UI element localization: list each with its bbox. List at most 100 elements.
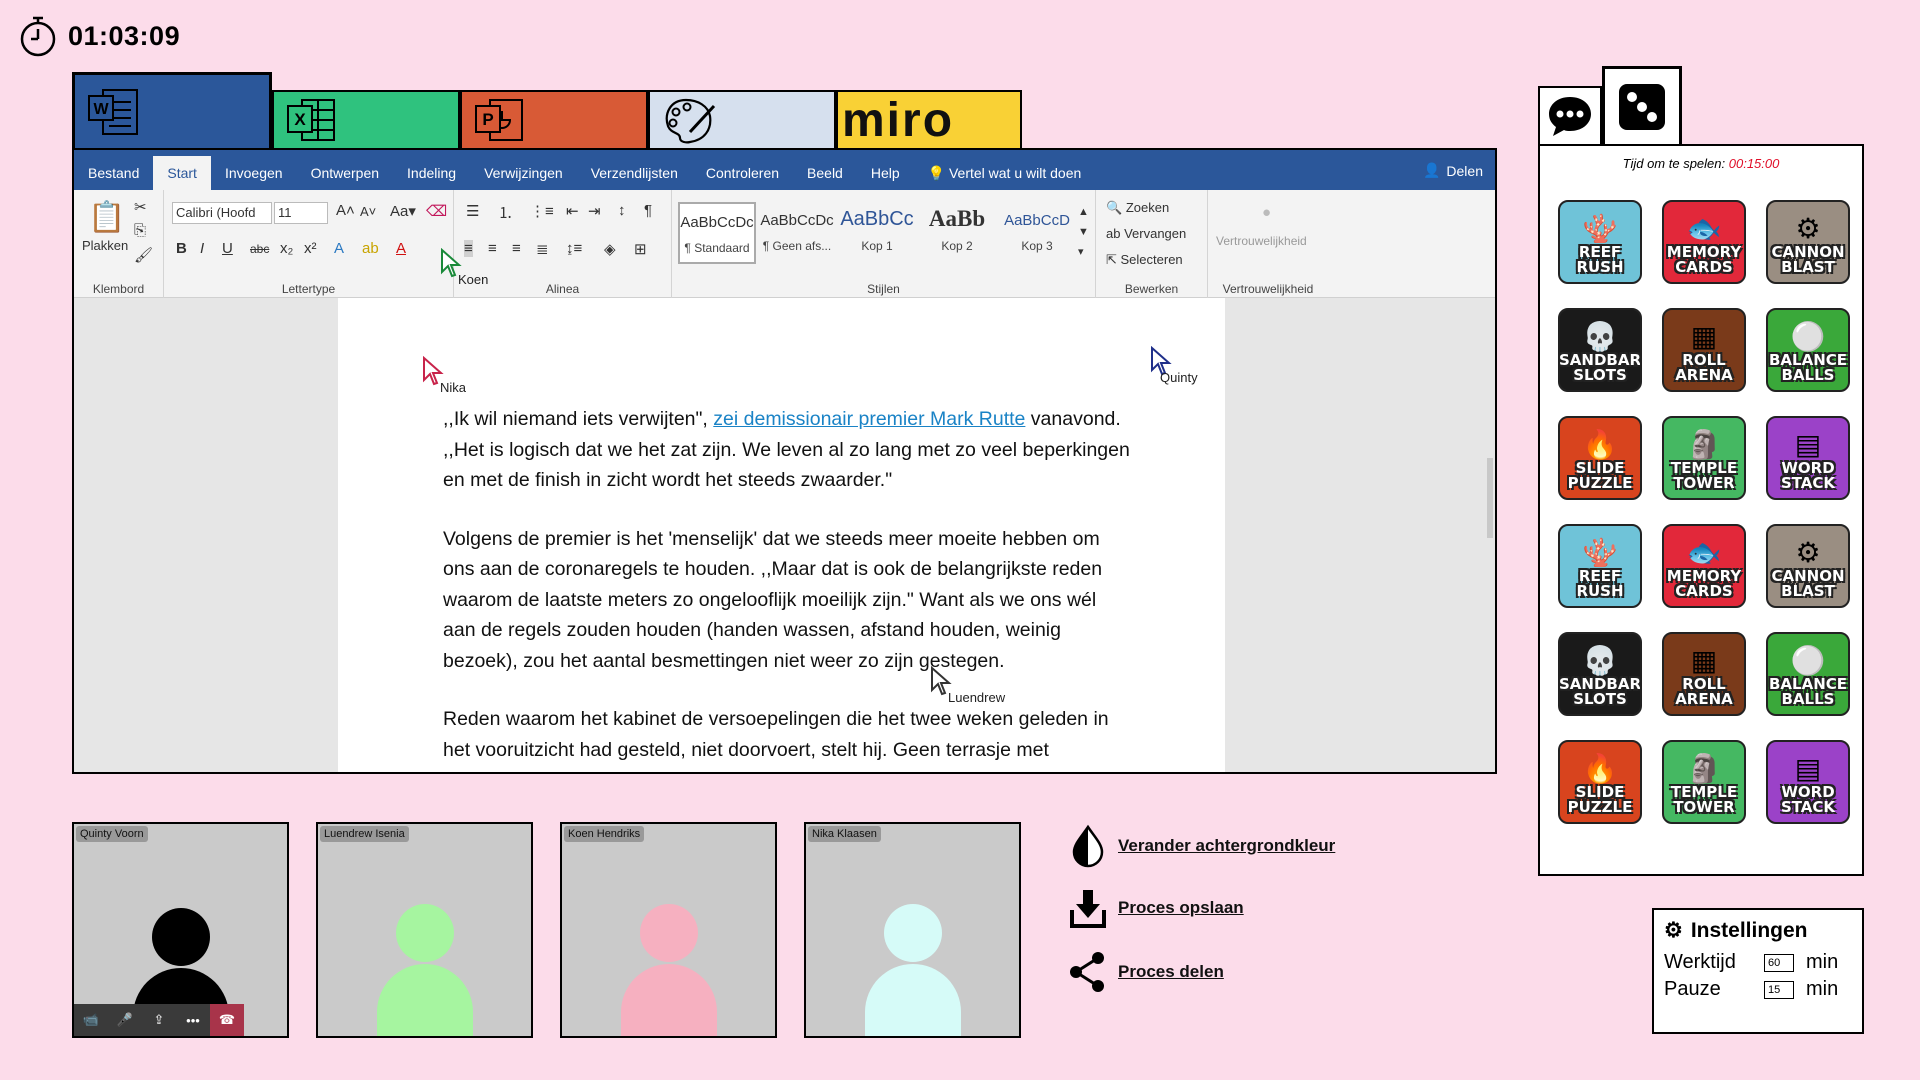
copy-icon[interactable]: ⎘ xyxy=(134,222,146,239)
more-icon[interactable]: ••• xyxy=(176,1013,210,1028)
game-tile[interactable]: 🔥 SLIDE PUZZLE xyxy=(1558,416,1642,500)
style-geen-afstand[interactable]: AaBbCcDc ¶ Geen afs... xyxy=(758,202,836,264)
game-tile[interactable]: ▦ ROLL ARENA xyxy=(1662,308,1746,392)
find-button[interactable]: 🔍 Zoeken xyxy=(1106,200,1169,216)
underline-button[interactable]: U xyxy=(222,240,233,257)
multilevel-list-icon[interactable]: ⋮≡ xyxy=(530,202,554,220)
change-background-link[interactable]: Verander achtergrondkleur xyxy=(1118,836,1335,856)
highlight-icon[interactable]: ab xyxy=(362,240,379,257)
style-kop-1[interactable]: AaBbCc Kop 1 xyxy=(838,202,916,264)
tab-miro[interactable]: miro xyxy=(836,90,1022,148)
font-size-select[interactable]: 11 xyxy=(274,202,328,224)
align-right-icon[interactable]: ≡ xyxy=(512,240,521,257)
pilcrow-icon[interactable]: ¶ xyxy=(644,202,652,219)
video-tile-luendrew[interactable]: Luendrew Isenia xyxy=(316,822,533,1038)
work-time-input[interactable]: 60 xyxy=(1764,953,1794,972)
menu-invoegen[interactable]: Invoegen xyxy=(211,156,297,190)
clear-format-icon[interactable]: ⌫ xyxy=(426,202,447,220)
shrink-font-icon[interactable]: A˅ xyxy=(360,204,376,219)
style-standaard[interactable]: AaBbCcDc ¶ Standaard xyxy=(678,202,756,264)
cut-icon[interactable]: ✂ xyxy=(134,198,147,216)
bold-button[interactable]: B xyxy=(176,240,187,257)
game-tile[interactable]: 🗿 TEMPLE TOWER xyxy=(1662,416,1746,500)
menu-controleren[interactable]: Controleren xyxy=(692,156,793,190)
tell-me-search[interactable]: 💡 Vertel wat u wilt doen xyxy=(914,156,1096,190)
numbering-icon[interactable]: ⒈ xyxy=(498,202,513,223)
menu-bestand[interactable]: Bestand xyxy=(74,156,153,190)
video-tile-koen[interactable]: Koen Hendriks xyxy=(560,822,777,1038)
menu-ontwerpen[interactable]: Ontwerpen xyxy=(297,156,393,190)
decrease-indent-icon[interactable]: ⇤ xyxy=(566,202,579,220)
camera-icon[interactable]: 📹 xyxy=(74,1012,108,1028)
replace-button[interactable]: ab Vervangen xyxy=(1106,226,1186,241)
document-body[interactable]: ,,Ik wil niemand iets verwijten", zei de… xyxy=(443,404,1133,772)
style-kop-3[interactable]: AaBbCcD Kop 3 xyxy=(998,202,1076,264)
format-painter-icon[interactable]: 🖌 xyxy=(134,246,153,264)
video-tile-nika[interactable]: Nika Klaasen xyxy=(804,822,1021,1038)
justify-icon[interactable]: ≣ xyxy=(536,240,549,258)
game-tile[interactable]: ▦ ROLL ARENA xyxy=(1662,632,1746,716)
game-tile[interactable]: ⚙ CANNON BLAST xyxy=(1766,524,1850,608)
game-tile[interactable]: ⚪ BALANCE BALLS xyxy=(1766,632,1850,716)
menu-indeling[interactable]: Indeling xyxy=(393,156,470,190)
game-tile[interactable]: 🗿 TEMPLE TOWER xyxy=(1662,740,1746,824)
screen-share-icon[interactable]: ⇪ xyxy=(142,1012,176,1028)
game-tile[interactable]: 💀 SANDBAR SLOTS xyxy=(1558,632,1642,716)
style-kop-2[interactable]: AaBb Kop 2 xyxy=(918,202,996,264)
game-tile[interactable]: ⚙ CANNON BLAST xyxy=(1766,200,1850,284)
hang-up-icon[interactable]: ☎ xyxy=(210,1004,244,1036)
sensitivity-button[interactable]: Vertrouwelijkheid xyxy=(1216,234,1307,248)
menu-start[interactable]: Start xyxy=(153,156,211,190)
italic-button[interactable]: I xyxy=(200,240,204,257)
menu-verwijzingen[interactable]: Verwijzingen xyxy=(470,156,577,190)
save-process-link[interactable]: Proces opslaan xyxy=(1118,898,1244,918)
share-process-link[interactable]: Proces delen xyxy=(1118,962,1224,982)
align-center-icon[interactable]: ≡ xyxy=(488,240,497,257)
line-spacing-icon[interactable]: ↨≡ xyxy=(566,240,582,257)
game-tile[interactable]: 🪸 REEF RUSH xyxy=(1558,524,1642,608)
sort-icon[interactable]: ↕ xyxy=(618,202,626,219)
vertical-scrollbar[interactable] xyxy=(1487,458,1493,538)
align-left-icon[interactable]: ≡ xyxy=(464,240,473,257)
pause-input[interactable]: 15 xyxy=(1764,980,1794,999)
paste-icon[interactable]: 📋 xyxy=(88,200,125,235)
superscript-button[interactable]: x² xyxy=(304,240,317,257)
tab-games[interactable] xyxy=(1602,66,1682,144)
save-process-action[interactable]: Proces opslaan xyxy=(1068,886,1244,930)
video-tile-quinty[interactable]: Quinty Voorn 📹 🎤 ⇪ ••• ☎ xyxy=(72,822,289,1038)
game-tile[interactable]: ⚪ BALANCE BALLS xyxy=(1766,308,1850,392)
menu-beeld[interactable]: Beeld xyxy=(793,156,857,190)
tab-chat[interactable] xyxy=(1538,86,1602,144)
select-button[interactable]: ⇱ Selecteren xyxy=(1106,252,1183,268)
share-process-action[interactable]: Proces delen xyxy=(1068,950,1224,994)
text-effects-icon[interactable]: A xyxy=(334,240,344,257)
font-color-icon[interactable]: A xyxy=(396,240,406,257)
settings-header[interactable]: ⚙ Instellingen xyxy=(1664,918,1852,943)
game-tile[interactable]: 🐟 MEMORY CARDS xyxy=(1662,200,1746,284)
game-tile[interactable]: 🔥 SLIDE PUZZLE xyxy=(1558,740,1642,824)
tab-paint[interactable] xyxy=(648,90,836,148)
menu-help[interactable]: Help xyxy=(857,156,914,190)
paste-label[interactable]: Plakken xyxy=(82,238,128,253)
tab-powerpoint[interactable]: P xyxy=(460,90,648,148)
microphone-icon[interactable]: 🎤 xyxy=(108,1012,142,1028)
game-tile[interactable]: 🪸 REEF RUSH xyxy=(1558,200,1642,284)
game-tile[interactable]: ▤ WORD STACK xyxy=(1766,416,1850,500)
menu-verzendlijsten[interactable]: Verzendlijsten xyxy=(577,156,692,190)
change-case-icon[interactable]: Aa▾ xyxy=(390,202,416,220)
borders-icon[interactable]: ⊞ xyxy=(634,240,647,258)
increase-indent-icon[interactable]: ⇥ xyxy=(588,202,601,220)
game-tile[interactable]: 🐟 MEMORY CARDS xyxy=(1662,524,1746,608)
hyperlink[interactable]: zei demissionair premier Mark Rutte xyxy=(713,408,1025,430)
styles-scroll-icon[interactable]: ▲ ▼ ▾ xyxy=(1078,202,1089,262)
bullets-icon[interactable]: ☰ xyxy=(466,202,479,220)
game-tile[interactable]: 💀 SANDBAR SLOTS xyxy=(1558,308,1642,392)
tab-excel[interactable]: X xyxy=(272,90,460,148)
grow-font-icon[interactable]: A˄ xyxy=(336,202,355,219)
strikethrough-button[interactable]: abc xyxy=(250,242,269,256)
game-tile[interactable]: ▤ WORD STACK xyxy=(1766,740,1850,824)
shading-icon[interactable]: ◈ xyxy=(604,240,616,258)
change-background-action[interactable]: Verander achtergrondkleur xyxy=(1068,824,1335,868)
share-button[interactable]: 👤 Delen xyxy=(1423,162,1483,179)
tab-word[interactable]: W xyxy=(72,72,272,148)
